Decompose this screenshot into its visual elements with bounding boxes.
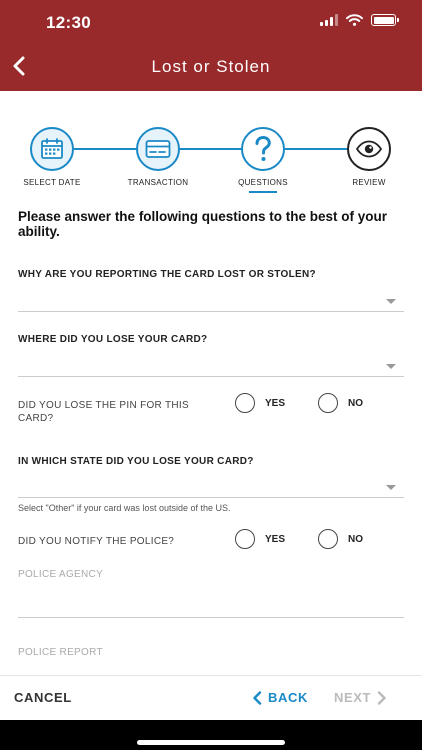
where-select[interactable] <box>18 359 404 377</box>
police-agency-label: POLICE AGENCY <box>18 569 104 580</box>
status-time: 12:30 <box>46 13 91 32</box>
radio-label: NO <box>348 397 363 409</box>
step-label: TRANSACTION <box>127 178 189 187</box>
state-helper-text: Select "Other" if your card was lost out… <box>18 503 231 513</box>
cancel-button[interactable]: CANCEL <box>14 690 72 705</box>
cellular-signal-icon <box>320 14 338 26</box>
step-select-date[interactable]: SELECT DATE <box>7 127 97 187</box>
police-yes-radio[interactable]: YES <box>235 529 285 549</box>
radio-circle-icon <box>318 393 338 413</box>
current-step-underline <box>249 191 277 193</box>
pin-label: DID YOU LOSE THE PIN FOR THIS CARD? <box>18 400 189 424</box>
radio-circle-icon <box>235 529 255 549</box>
pin-no-radio[interactable]: NO <box>318 393 363 413</box>
police-label: DID YOU NOTIFY THE POLICE? <box>18 536 175 547</box>
dropdown-caret-icon <box>386 485 396 490</box>
bottom-nav-bar: CANCEL BACK NEXT <box>0 675 422 720</box>
home-indicator-area <box>0 720 422 750</box>
battery-icon <box>371 14 399 26</box>
step-label: QUESTIONS <box>238 178 288 187</box>
app-header: 12:30 Lost or Stolen <box>0 0 422 91</box>
police-report-label: POLICE REPORT <box>18 647 103 658</box>
form-intro: Please answer the following questions to… <box>18 209 388 239</box>
chevron-right-icon <box>377 690 386 705</box>
dropdown-caret-icon <box>386 299 396 304</box>
dropdown-caret-icon <box>386 364 396 369</box>
police-agency-input[interactable] <box>18 600 404 618</box>
back-label: BACK <box>268 690 308 705</box>
radio-label: YES <box>265 397 286 409</box>
state-select[interactable] <box>18 480 404 498</box>
progress-stepper: SELECT DATE TRANSACTION QUESTIONS REVIEW <box>0 127 422 193</box>
police-no-radio[interactable]: NO <box>318 529 363 549</box>
card-icon <box>145 140 171 158</box>
wifi-icon <box>346 14 363 26</box>
question-icon <box>255 135 271 161</box>
step-transaction[interactable]: TRANSACTION <box>113 127 203 187</box>
chevron-left-icon <box>253 690 262 705</box>
back-button[interactable]: BACK <box>252 690 308 705</box>
step-label: REVIEW <box>352 178 386 187</box>
next-button[interactable]: NEXT <box>334 690 387 705</box>
page-title: Lost or Stolen <box>151 57 271 76</box>
step-label: SELECT DATE <box>23 178 81 187</box>
reason-label: WHY ARE YOU REPORTING THE CARD LOST OR S… <box>18 269 316 280</box>
pin-yes-radio[interactable]: YES <box>235 393 285 413</box>
step-review[interactable]: REVIEW <box>324 127 414 187</box>
home-indicator[interactable] <box>137 740 285 745</box>
radio-label: YES <box>265 533 286 545</box>
status-icons <box>320 14 399 26</box>
step-questions[interactable]: QUESTIONS <box>218 127 308 193</box>
calendar-icon <box>41 138 63 159</box>
reason-select[interactable] <box>18 294 404 312</box>
eye-icon <box>355 140 383 158</box>
radio-circle-icon <box>235 393 255 413</box>
where-label: WHERE DID YOU LOSE YOUR CARD? <box>18 334 208 345</box>
radio-label: NO <box>348 533 363 545</box>
next-label: NEXT <box>334 690 372 705</box>
cancel-label: CANCEL <box>14 690 72 705</box>
radio-circle-icon <box>318 529 338 549</box>
state-label: IN WHICH STATE DID YOU LOSE YOUR CARD? <box>18 456 254 467</box>
